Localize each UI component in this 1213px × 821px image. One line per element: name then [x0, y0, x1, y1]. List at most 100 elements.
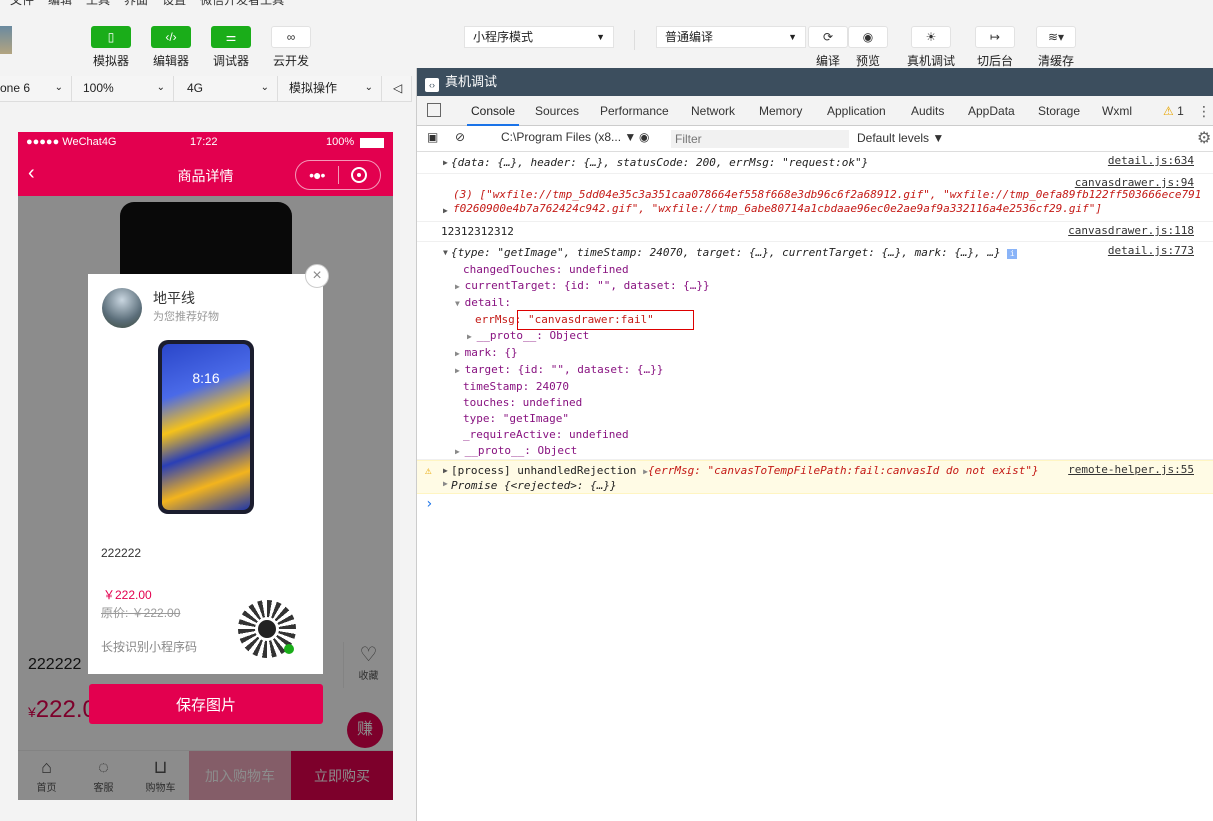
- poster-qr-tip: 长按识别小程序码: [101, 640, 198, 654]
- tab-storage[interactable]: Storage: [1038, 96, 1080, 126]
- filter-input[interactable]: [671, 130, 849, 148]
- tab-console[interactable]: Console: [467, 96, 520, 126]
- close-icon[interactable]: ×: [305, 264, 329, 288]
- code-icon: ‹/›: [151, 26, 191, 48]
- sidebar-toggle-icon[interactable]: ▣: [427, 130, 438, 144]
- console-warning[interactable]: ⚠ ▶ [process] unhandledRejection ▶{errMs…: [417, 460, 1213, 494]
- remote-debug-button[interactable]: ☀ 真机调试: [901, 26, 961, 69]
- poster-price: ￥222.00: [103, 588, 152, 602]
- menu-edit[interactable]: 编辑: [48, 0, 72, 8]
- cloud-icon: ∞: [271, 26, 311, 48]
- tab-performance[interactable]: Performance: [600, 96, 669, 126]
- clear-console-icon[interactable]: ⊘: [455, 130, 465, 144]
- console-toolbar: ▣ ⊘ C:\Program Files (x8... ▼ ◉ Default …: [417, 126, 1213, 152]
- poster-user-name: 地平线: [153, 290, 195, 306]
- caret-down-icon: ⌄: [54, 82, 63, 93]
- poster-original-price: 原价: ￥222.00: [101, 606, 181, 620]
- project-avatar[interactable]: [0, 26, 12, 54]
- debugger-toggle[interactable]: ⚌ 调试器: [201, 26, 261, 69]
- network-select[interactable]: 4G ⌄: [179, 76, 278, 102]
- console-entry: 12312312312 canvasdrawer.js:118: [417, 222, 1213, 242]
- device-select[interactable]: one 6 ⌄: [0, 76, 72, 102]
- console-output: ▶ {data: {…}, header: {…}, statusCode: 2…: [417, 152, 1213, 516]
- caret-down-icon: ⌄: [156, 82, 165, 93]
- operation-select[interactable]: 模拟操作 ⌄: [281, 76, 382, 102]
- devtools-icon: ‹›: [425, 78, 439, 92]
- tab-audits[interactable]: Audits: [911, 96, 944, 126]
- simulator-toggle[interactable]: ▯ 模拟器: [81, 26, 141, 69]
- inspect-icon[interactable]: [427, 103, 441, 117]
- eye-icon[interactable]: ◉: [639, 130, 649, 144]
- tab-network[interactable]: Network: [691, 96, 735, 126]
- warning-icon: ⚠: [1163, 104, 1174, 118]
- tab-appdata[interactable]: AppData: [968, 96, 1015, 126]
- source-link[interactable]: detail.js:773: [1108, 244, 1194, 257]
- caret-down-icon: ⌄: [364, 82, 373, 93]
- layers-icon: ≋▾: [1036, 26, 1076, 48]
- console-prompt[interactable]: ›: [417, 494, 1213, 516]
- expand-triangle-icon: ▶: [443, 158, 448, 167]
- tab-wxml[interactable]: Wxml: [1102, 96, 1132, 126]
- avatar: [102, 288, 142, 328]
- poster-product-title: 222222: [101, 546, 142, 560]
- close-mini-icon[interactable]: [338, 167, 380, 183]
- phone-status-bar: ●●●●● WeChat4G 17:22 100%: [18, 132, 393, 152]
- source-link[interactable]: canvasdrawer.js:118: [1068, 224, 1194, 237]
- poster-product-image: 8:16: [158, 340, 254, 514]
- console-entry[interactable]: ▶ {data: {…}, header: {…}, statusCode: 2…: [417, 152, 1213, 174]
- editor-toggle[interactable]: ‹/› 编辑器: [141, 26, 201, 69]
- eye-icon: ◉: [848, 26, 888, 48]
- devtools-tabs: Console Sources Performance Network Memo…: [417, 96, 1213, 126]
- share-poster: 地平线 为您推荐好物 8:16 222222 ￥222.00 原价: ￥222.…: [88, 274, 323, 674]
- menu-view[interactable]: 界面: [124, 0, 148, 8]
- levels-select[interactable]: Default levels ▼: [857, 131, 944, 145]
- caret-down-icon: ▼: [596, 32, 605, 42]
- zoom-select[interactable]: 100% ⌄: [75, 76, 174, 102]
- debug-icon: ⚌: [211, 26, 251, 48]
- tab-application[interactable]: Application: [827, 96, 886, 126]
- caret-down-icon: ⌄: [260, 82, 269, 93]
- tab-sources[interactable]: Sources: [535, 96, 579, 126]
- simulator-bar: one 6 ⌄ 100% ⌄ 4G ⌄ 模拟操作 ⌄ ◁: [0, 76, 412, 102]
- menu-file[interactable]: 文件: [10, 0, 34, 8]
- context-select[interactable]: C:\Program Files (x8... ▼: [501, 130, 636, 144]
- console-entry[interactable]: canvasdrawer.js:94 ▶ (3) ["wxfile://tmp_…: [417, 174, 1213, 222]
- volume-icon[interactable]: ◁: [385, 76, 412, 102]
- qr-code-icon: [238, 600, 296, 658]
- compile-select[interactable]: 普通编译 ▼: [656, 26, 806, 48]
- menu-tools[interactable]: 工具: [86, 0, 110, 8]
- menubar: 文件 编辑 工具 界面 设置 微信开发者工具: [0, 0, 1213, 8]
- bug-icon: ☀: [911, 26, 951, 48]
- warning-icon: ⚠: [425, 464, 432, 477]
- source-link[interactable]: remote-helper.js:55: [1068, 463, 1194, 476]
- collapse-triangle-icon: ▼: [443, 248, 448, 257]
- menu-settings[interactable]: 设置: [162, 0, 186, 8]
- caret-down-icon: ▼: [788, 32, 797, 42]
- battery-icon: [360, 138, 384, 148]
- console-entry-expanded[interactable]: ▼ {type: "getImage", timeStamp: 24070, t…: [417, 242, 1213, 460]
- more-dots-icon[interactable]: •●•: [296, 167, 338, 183]
- preview-button[interactable]: ◉ 预览: [838, 26, 898, 69]
- poster-phone-clock: 8:16: [192, 370, 220, 386]
- tab-memory[interactable]: Memory: [759, 96, 802, 126]
- clear-cache-button[interactable]: ≋▾ 清缓存: [1026, 26, 1086, 69]
- switch-icon: ↦: [975, 26, 1015, 48]
- menu-devtools[interactable]: 微信开发者工具: [200, 0, 284, 8]
- toolbar: ▯ 模拟器 ‹/› 编辑器 ⚌ 调试器 ∞ 云开发 小程序模式 ▼ 普通编译 ▼ ⟳…: [0, 8, 1213, 68]
- warning-count[interactable]: ⚠ 1: [1163, 96, 1184, 126]
- capsule-menu[interactable]: •●•: [295, 160, 381, 190]
- devtools-panel: ‹› 真机调试 Console Sources Performance Netwo…: [416, 68, 1213, 821]
- poster-user-sub: 为您推荐好物: [153, 311, 219, 323]
- devtools-title-bar: ‹› 真机调试: [417, 68, 1213, 96]
- mode-select[interactable]: 小程序模式 ▼: [464, 26, 614, 48]
- highlight-box: [517, 310, 694, 330]
- phone-icon: ▯: [91, 26, 131, 48]
- background-button[interactable]: ↦ 切后台: [965, 26, 1025, 69]
- save-image-button[interactable]: 保存图片: [89, 684, 323, 724]
- cloud-button[interactable]: ∞ 云开发: [261, 26, 321, 69]
- source-link[interactable]: detail.js:634: [1108, 154, 1194, 167]
- phone-nav-bar: ‹ 商品详情 •●•: [18, 152, 393, 196]
- kebab-menu-icon[interactable]: ⋮: [1197, 96, 1211, 126]
- gear-icon[interactable]: ⚙: [1197, 128, 1211, 148]
- phone-simulator: ●●●●● WeChat4G 17:22 100% ‹ 商品详情 •●• 222…: [18, 132, 393, 800]
